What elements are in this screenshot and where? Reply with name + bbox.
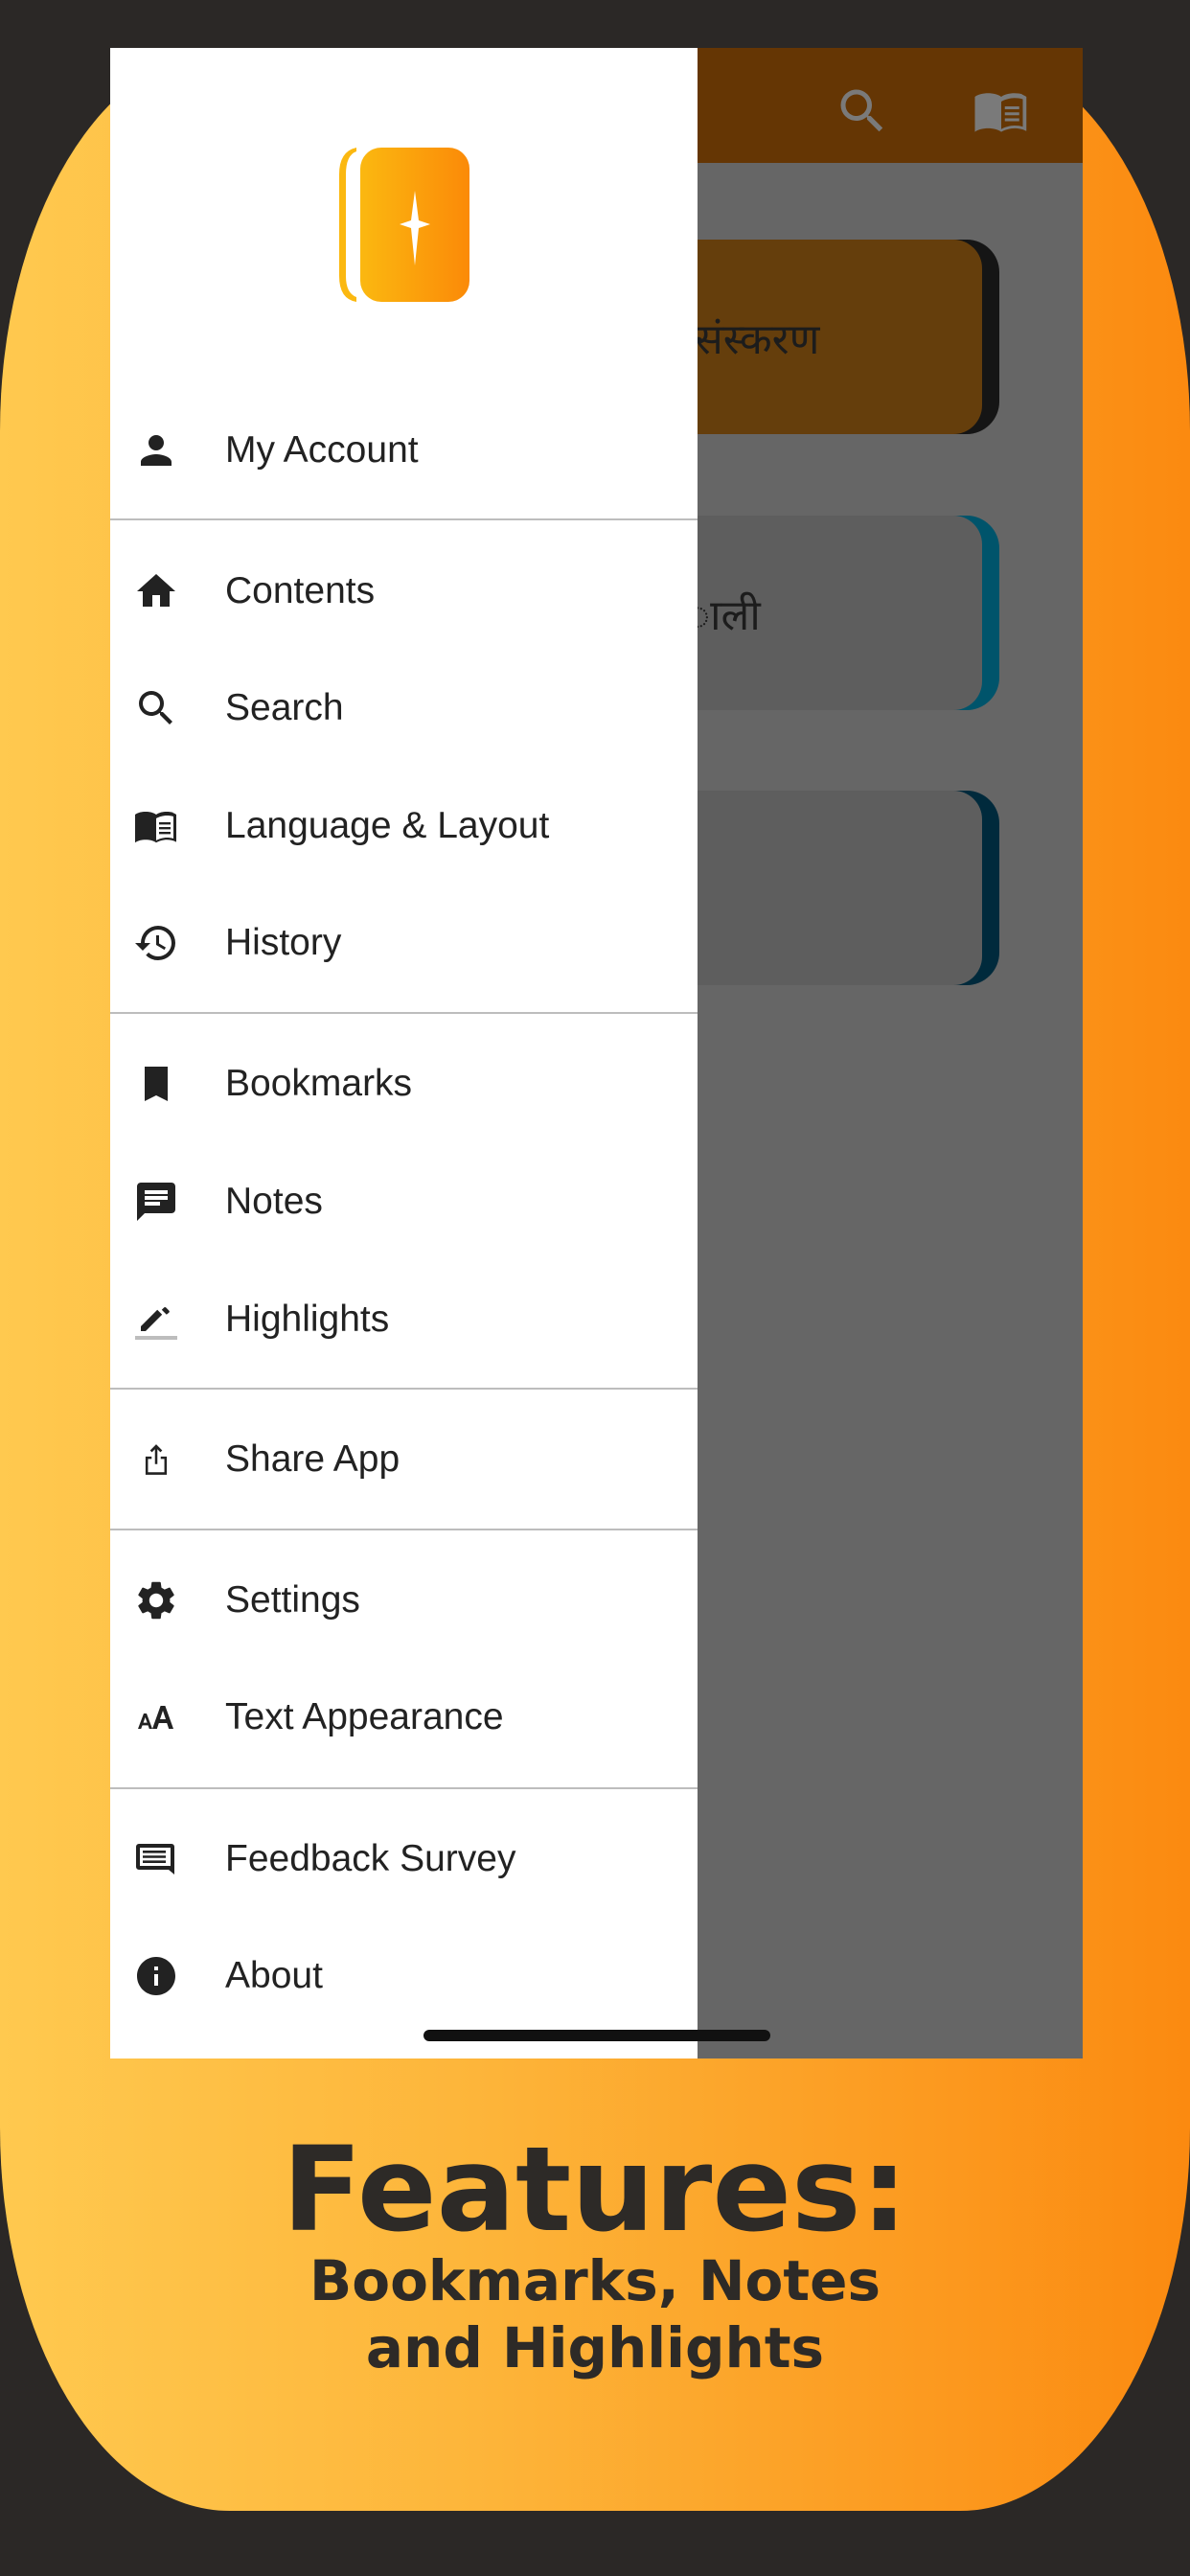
menu-item-label: Text Appearance xyxy=(225,1696,504,1737)
menu-item-label: Share App xyxy=(225,1438,400,1480)
menu-item-contents[interactable]: Contents xyxy=(110,543,698,639)
navigation-drawer: My Account Contents Search Language & La… xyxy=(110,48,698,2058)
highlight-pen-icon xyxy=(133,1297,179,1343)
menu-item-label: My Account xyxy=(225,429,419,471)
feedback-icon xyxy=(133,1836,179,1882)
menu-item-label: Bookmarks xyxy=(225,1063,413,1104)
menu-item-history[interactable]: History xyxy=(110,895,698,991)
caption-line-1: Bookmarks, Notes xyxy=(309,2248,881,2313)
menu-item-my-account[interactable]: My Account xyxy=(110,402,698,498)
menu-item-label: Highlights xyxy=(225,1299,390,1340)
menu-item-highlights[interactable]: Highlights xyxy=(110,1272,698,1368)
menu-item-label: Settings xyxy=(225,1579,360,1621)
share-icon xyxy=(133,1437,179,1483)
menu-item-notes[interactable]: Notes xyxy=(110,1154,698,1250)
menu-item-search[interactable]: Search xyxy=(110,660,698,756)
book-open-icon[interactable] xyxy=(968,82,1035,140)
history-icon xyxy=(133,920,179,966)
info-icon xyxy=(133,1953,179,1999)
caption-line-2: and Highlights xyxy=(365,2315,825,2380)
app-logo xyxy=(339,148,469,302)
search-icon xyxy=(133,685,179,731)
gear-icon xyxy=(133,1577,179,1623)
divider xyxy=(110,1787,698,1789)
book-open-icon xyxy=(133,803,179,849)
menu-item-label: Feedback Survey xyxy=(225,1838,516,1879)
bookmark-icon xyxy=(133,1061,179,1107)
caption-title: Features: xyxy=(282,2122,908,2258)
menu-item-label: Search xyxy=(225,687,344,728)
home-icon xyxy=(133,568,179,614)
menu-item-label: Notes xyxy=(225,1181,323,1222)
divider xyxy=(110,1388,698,1390)
menu-item-language-layout[interactable]: Language & Layout xyxy=(110,778,698,874)
phone-screen: संस्करण ाली My Account Contents Search L… xyxy=(110,48,1083,2058)
note-icon xyxy=(133,1179,179,1225)
menu-item-label: History xyxy=(225,922,342,963)
divider xyxy=(110,1012,698,1014)
menu-item-label: About xyxy=(225,1955,323,1996)
text-size-icon xyxy=(133,1694,179,1740)
home-indicator[interactable] xyxy=(423,2030,770,2041)
divider xyxy=(110,518,698,520)
divider xyxy=(110,1529,698,1530)
person-icon xyxy=(133,427,179,473)
menu-item-text-appearance[interactable]: Text Appearance xyxy=(110,1669,698,1765)
menu-item-label: Contents xyxy=(225,570,376,611)
menu-item-label: Language & Layout xyxy=(225,805,550,846)
menu-item-share-app[interactable]: Share App xyxy=(110,1412,698,1507)
card-label: संस्करण xyxy=(695,314,820,364)
menu-item-settings[interactable]: Settings xyxy=(110,1552,698,1648)
menu-item-about[interactable]: About xyxy=(110,1928,698,2024)
menu-item-feedback-survey[interactable]: Feedback Survey xyxy=(110,1811,698,1907)
menu-item-bookmarks[interactable]: Bookmarks xyxy=(110,1036,698,1132)
search-icon[interactable] xyxy=(834,82,891,140)
